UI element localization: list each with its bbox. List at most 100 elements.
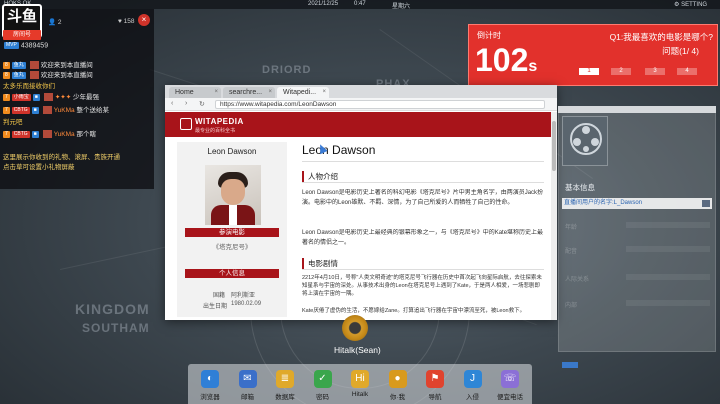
hitalk-label: Hitalk(Sean) — [334, 345, 381, 355]
user-icon: 👤 — [48, 19, 57, 26]
dock-app-label: 入侵 — [466, 394, 479, 401]
chat-footer-notice: 这里展示你收到的礼物、滚屏、贵族开通 — [3, 154, 120, 161]
article-paragraph: 2212年4月10日，号称"人类文明奇迹"的塔克尼号飞行器在历史中首次起飞向星际… — [302, 275, 542, 297]
chat-message: 7 小雨宝 ■ ✦✦✦ 少年最强 — [3, 93, 99, 102]
quiz-progress: 问题(1/ 4) — [662, 46, 699, 56]
address-bar[interactable]: https://www.witapedia.com/LeonDawson — [215, 100, 545, 109]
chat-message: 判元吧 — [3, 119, 23, 126]
map-label-kingdom: KINGDOM — [75, 301, 150, 317]
hitalk-node-icon[interactable] — [342, 315, 368, 341]
info-section-title: 基本信息 — [565, 183, 595, 192]
username-field[interactable]: 直播间用户的名字:L_Dawson — [562, 198, 712, 209]
room-id: MVP 4389459 — [4, 42, 49, 50]
chat-icon: ● — [388, 370, 407, 388]
tab-home[interactable]: Home × — [169, 87, 221, 98]
chat-message: 7 CBTG ■ YuKMa 整个送给某 — [3, 106, 109, 115]
article-paragraph: Kate厌倦了虚伪的生活，不愿嫁给Zane。打算追出飞行器在宇宙中漂流至死，被L… — [302, 308, 526, 314]
chat-message: 7 CBTG ■ YuKMa 那个瞎 — [3, 130, 96, 139]
section-heading-plot: 电影剧情 — [302, 258, 338, 269]
dock-app-chat[interactable]: ● 你·我 — [381, 370, 415, 401]
infobox-personal-header: 个人信息 — [185, 269, 279, 278]
dock-app-label: 密码 — [316, 394, 329, 401]
settings-button[interactable]: ⚙ SETTING — [674, 1, 707, 8]
dock-app-map-pin[interactable]: ⚑ 导航 — [418, 370, 452, 401]
hook-icon: J — [463, 370, 482, 388]
info-row-label: 内部 — [565, 303, 578, 309]
dock-app-database[interactable]: ≣ 数据库 — [268, 370, 302, 401]
browser-tab-strip: Home × searchre... × Witapedi... × — [165, 85, 557, 98]
section-heading-intro: 人物介绍 — [302, 171, 338, 182]
countdown-quiz-panel: 倒计时 102s Q1:我最喜欢的电影是哪个? 问题(1/ 4) 1 2 3 4 — [468, 24, 718, 86]
info-row-label: 配音 — [565, 249, 578, 255]
quiz-step-1[interactable]: 1 — [579, 68, 599, 75]
map-pin-icon: ⚑ — [426, 370, 444, 388]
quiz-step-4[interactable]: 4 — [677, 68, 697, 75]
article-paragraph: Leon Dawson是电影历史上著名的科幻电影《塔克尼号》片中男主角名字，由两… — [302, 190, 544, 206]
panel-action-button[interactable] — [562, 362, 578, 368]
infobox-field-label: 出生日期 — [203, 304, 228, 310]
gear-icon: ⚙ — [674, 2, 680, 8]
infobox-movie-link[interactable]: 《塔克尼号》 — [185, 241, 279, 251]
profile-photo — [205, 165, 261, 225]
chat-footer-hint: 点击草可设置小礼物屏蔽 — [3, 164, 75, 171]
system-status-bar: HOKS OK 2021/12/25 0:47 星期六 ⚙ SETTING — [0, 0, 720, 10]
close-icon[interactable]: × — [138, 14, 150, 26]
browser-icon: ◐ — [201, 370, 219, 388]
database-icon: ≣ — [276, 370, 294, 388]
tab-witapedia[interactable]: Witapedi... × — [277, 87, 329, 98]
dropdown-icon[interactable] — [702, 200, 710, 207]
article-title: Leon Dawson — [302, 143, 376, 157]
dock-app-key[interactable]: ✓ 密码 — [306, 370, 340, 401]
forward-arrow-icon[interactable]: › — [185, 100, 187, 107]
dock-app-hitalk[interactable]: Hi Hitalk — [343, 370, 377, 398]
site-name[interactable]: WITAPEDIA — [195, 117, 244, 126]
chat-message: 8 鱼丸 欢迎来到本直播间 — [3, 71, 93, 80]
browser-toolbar: ‹ › ↻ https://www.witapedia.com/LeonDaws… — [165, 98, 557, 111]
dock-app-label: 邮箱 — [241, 394, 254, 401]
panel-titlebar — [558, 106, 716, 113]
map-label-driord: DRIORD — [262, 64, 312, 76]
status-date: 2021/12/25 — [308, 1, 339, 7]
dock-app-hook[interactable]: J 入侵 — [456, 370, 490, 401]
countdown-label: 倒计时 — [477, 31, 501, 40]
scrollbar-thumb[interactable] — [552, 121, 556, 171]
dock-app-label: 浏览器 — [200, 394, 220, 401]
dock-app-label: Hitalk — [351, 391, 369, 398]
heart-icon: ♥ — [118, 18, 122, 25]
back-arrow-icon[interactable]: ‹ — [171, 100, 173, 107]
chat-message: 太多乐而接收你们 — [3, 83, 55, 90]
witapedia-logo-icon — [180, 118, 192, 130]
dock-app-label: 你·我 — [389, 394, 406, 401]
hitalk-icon: Hi — [351, 370, 369, 388]
infobox-role-header: 参演电影 — [185, 228, 279, 237]
dock-app-label: 便宜电话 — [497, 394, 523, 401]
like-count: ♥ 158 — [118, 18, 135, 25]
mail-icon: ✉ — [238, 370, 257, 388]
info-row-label: 人际关系 — [565, 277, 590, 283]
dock-app-label: 数据库 — [275, 394, 295, 401]
reload-icon[interactable]: ↻ — [199, 100, 205, 108]
close-tab-icon[interactable]: × — [268, 87, 272, 98]
chat-message: 8 鱼丸 欢迎来到本直播间 — [3, 61, 93, 70]
browser-window: Home × searchre... × Witapedi... × ‹ › ↻ ht… — [165, 85, 557, 320]
tab-search-results[interactable]: searchre... × — [223, 87, 275, 98]
map-label-southam: SOUTHAM — [82, 321, 150, 335]
status-time: 0:47 — [354, 1, 366, 7]
close-tab-icon[interactable]: × — [214, 87, 218, 98]
key-icon: ✓ — [313, 370, 332, 388]
infobox-field-value: 阿利斯亚 — [231, 293, 256, 299]
infobox-field-value: 1980.02.09 — [231, 301, 262, 307]
quiz-step-2[interactable]: 2 — [611, 68, 631, 75]
dock-app-browser[interactable]: ◐ 浏览器 — [193, 370, 227, 401]
close-tab-icon[interactable]: × — [322, 87, 326, 98]
info-row-label: 年龄 — [565, 225, 578, 231]
quiz-question: Q1:我最喜欢的电影是哪个? — [609, 32, 713, 42]
dock-app-phone[interactable]: ☏ 便宜电话 — [493, 370, 527, 401]
film-reel-icon — [562, 116, 608, 166]
room-label: 房间号 — [3, 30, 41, 40]
dock-app-label: 导航 — [428, 394, 442, 401]
quiz-step-3[interactable]: 3 — [645, 68, 665, 75]
infobox-field-label: 国籍 — [213, 293, 226, 299]
witapedia-header: WITAPEDIA 最专业的百科全书 — [165, 112, 551, 137]
dock-app-mail[interactable]: ✉ 邮箱 — [231, 370, 265, 401]
